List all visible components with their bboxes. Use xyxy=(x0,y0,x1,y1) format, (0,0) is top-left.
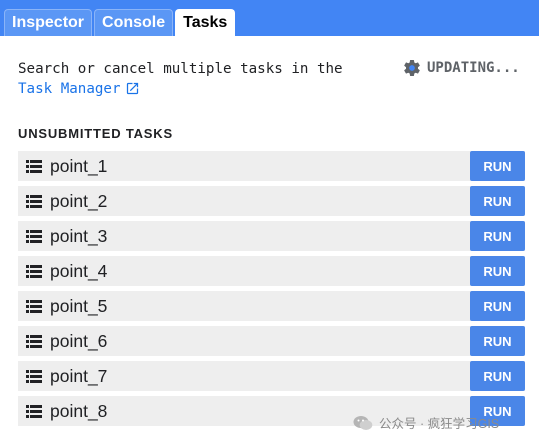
tab-console[interactable]: Console xyxy=(94,9,174,36)
task-manager-link[interactable]: Task Manager xyxy=(18,81,140,97)
task-name: point_6 xyxy=(50,330,108,351)
list-icon xyxy=(26,334,42,348)
updating-label: UPDATING... xyxy=(427,60,520,76)
task-name: point_5 xyxy=(50,295,108,316)
task-row: point_3 RUN xyxy=(18,221,525,251)
task-name: point_1 xyxy=(50,155,108,176)
list-icon xyxy=(26,159,42,173)
task-row: point_2 RUN xyxy=(18,186,525,216)
list-icon xyxy=(26,194,42,208)
task-name: point_2 xyxy=(50,190,108,211)
task-row: point_5 RUN xyxy=(18,291,525,321)
list-icon xyxy=(26,369,42,383)
run-button[interactable]: RUN xyxy=(470,186,525,216)
gear-icon xyxy=(404,59,420,76)
updating-status: UPDATING... xyxy=(402,58,520,78)
run-button[interactable]: RUN xyxy=(470,151,525,181)
run-button[interactable]: RUN xyxy=(470,326,525,356)
section-title: UNSUBMITTED TASKS xyxy=(18,126,173,141)
list-icon xyxy=(26,299,42,313)
run-button[interactable]: RUN xyxy=(470,256,525,286)
task-name: point_8 xyxy=(50,400,108,421)
task-name: point_4 xyxy=(50,260,108,281)
list-icon xyxy=(26,229,42,243)
task-row: point_7 RUN xyxy=(18,361,525,391)
task-row: point_1 RUN xyxy=(18,151,525,181)
watermark: 公众号 · 疯狂学习GIS xyxy=(353,413,499,432)
tab-inspector[interactable]: Inspector xyxy=(4,9,93,36)
run-button[interactable]: RUN xyxy=(470,221,525,251)
tasks-panel: Search or cancel multiple tasks in the T… xyxy=(0,36,539,444)
run-button[interactable]: RUN xyxy=(470,361,525,391)
list-icon xyxy=(26,404,42,418)
task-row: point_6 RUN xyxy=(18,326,525,356)
intro-label: Search or cancel multiple tasks in the xyxy=(18,61,343,77)
tab-tasks[interactable]: Tasks xyxy=(175,9,236,36)
task-list: point_1 RUN point_2 RUN point_3 RUN poin… xyxy=(18,151,525,431)
intro-text: Search or cancel multiple tasks in the T… xyxy=(18,59,368,99)
task-name: point_7 xyxy=(50,365,108,386)
watermark-text: 公众号 · 疯狂学习GIS xyxy=(379,417,500,431)
task-row: point_4 RUN xyxy=(18,256,525,286)
run-button[interactable]: RUN xyxy=(470,291,525,321)
list-icon xyxy=(26,264,42,278)
wechat-icon xyxy=(353,415,373,430)
tab-bar: Inspector Console Tasks xyxy=(0,0,539,36)
external-link-icon xyxy=(126,82,138,95)
task-manager-link-label: Task Manager xyxy=(18,81,121,97)
task-name: point_3 xyxy=(50,225,108,246)
